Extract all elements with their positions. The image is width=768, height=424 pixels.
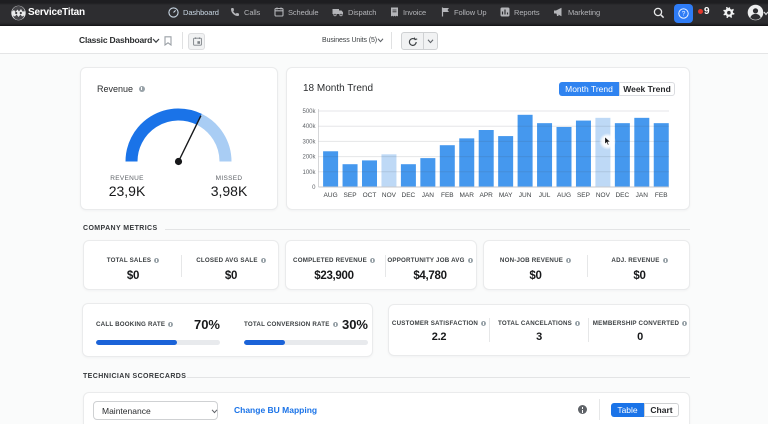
svg-text:OCT: OCT <box>363 192 377 199</box>
svg-text:FEB: FEB <box>441 192 454 199</box>
svg-text:JAN: JAN <box>636 192 649 199</box>
svg-text:AUG: AUG <box>324 192 338 199</box>
svg-text:DEC: DEC <box>402 192 416 199</box>
svg-text:NOV: NOV <box>382 192 397 199</box>
svg-text:300k: 300k <box>302 139 316 145</box>
svg-text:500k: 500k <box>302 109 316 115</box>
svg-text:JAN: JAN <box>422 192 435 199</box>
svg-text:SEP: SEP <box>577 192 590 199</box>
svg-text:DEC: DEC <box>615 192 629 199</box>
svg-text:JUL: JUL <box>539 192 551 199</box>
svg-text:MAR: MAR <box>460 192 475 199</box>
svg-text:FEB: FEB <box>655 192 668 199</box>
svg-text:JUN: JUN <box>519 192 532 199</box>
svg-text:0: 0 <box>312 185 316 191</box>
svg-text:SEP: SEP <box>344 192 357 199</box>
svg-text:AUG: AUG <box>557 192 571 199</box>
svg-text:NOV: NOV <box>596 192 611 199</box>
svg-text:MAY: MAY <box>499 192 513 199</box>
svg-text:?: ? <box>682 10 686 17</box>
svg-text:100k: 100k <box>302 170 316 176</box>
svg-text:200k: 200k <box>302 155 316 161</box>
svg-text:400k: 400k <box>302 124 316 130</box>
svg-text:APR: APR <box>480 192 494 199</box>
